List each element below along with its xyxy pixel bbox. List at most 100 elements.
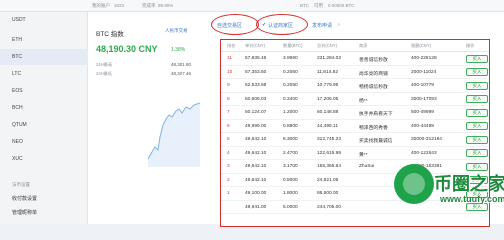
cell-total: 24,821.05 — [317, 177, 339, 183]
header-merchant: 商家 — [359, 43, 368, 48]
table-row: 4 49,642.10 2.4700 122,615.99 黄** 400-122643 买… — [221, 147, 489, 160]
cell-merchant: ZhuSui — [359, 164, 375, 169]
cell-price: 49,100.00 — [245, 191, 267, 196]
cell-qty: 1.2000 — [283, 110, 298, 115]
buy-button[interactable]: 买入 — [466, 108, 488, 117]
watermark-title: 币圈之家 — [434, 174, 504, 194]
cell-limit: 400-122643 — [411, 150, 437, 156]
sidebar-coin-neo[interactable]: NEO — [0, 134, 88, 150]
btc-index-panel: BTC 指数 人民币交易 48,190.30 CNY 1.38% 24H最高 4… — [88, 12, 204, 224]
cell-merchant: 黄** — [359, 152, 368, 158]
tab-self-select[interactable]: 自选交易区 — [217, 22, 242, 29]
sidebar-coin-bch[interactable]: BCH — [0, 100, 88, 116]
tab-apply[interactable]: 发布申请 — [312, 22, 332, 29]
header-rank: 排名 — [227, 43, 236, 48]
low-value: 48,327.46 — [171, 71, 192, 76]
watermark-logo: 币圈之家 www.tuufy.com — [390, 160, 504, 224]
cell-price: 49,642.10 — [245, 177, 267, 183]
header-qty: 数量(BTC) — [283, 43, 303, 48]
cell-total: 60,148.88 — [317, 110, 339, 115]
btc-price: 48,190.30 CNY — [96, 44, 158, 54]
completion-label: 完成率 — [142, 3, 156, 8]
cell-limit: 400-10779 — [411, 83, 434, 88]
table-row: 8 50,606.03 0.3400 17,206.05 杨** 2000-17093 买入 — [221, 93, 489, 106]
cell-qty: 6.3000 — [283, 137, 298, 142]
cell-rank: 8 — [227, 96, 230, 102]
sidebar-link-nickname[interactable]: 管理昵称单 — [12, 209, 37, 216]
buy-button[interactable]: 买入 — [466, 135, 488, 144]
chevron-right-icon: › — [338, 22, 340, 28]
cell-limit: 20000-312194 — [411, 137, 442, 142]
trend-area — [148, 103, 200, 167]
sidebar-coin-eth[interactable]: ETH — [0, 32, 88, 48]
cell-merchant: 杨** — [359, 98, 368, 104]
table-row: 9 52,533.88 0.2050 10,779.95 畅扬诚信秒放 400-10779… — [221, 79, 489, 93]
buy-button[interactable]: 买入 — [466, 95, 488, 103]
table-row: 10 57,353.50 0.2060 11,814.82 尚华亮的商铺 2000-110… — [221, 66, 489, 79]
cell-limit: 500-49999 — [411, 110, 434, 115]
cell-rank: 2 — [227, 177, 230, 183]
cell-qty: 3.1700 — [283, 164, 298, 169]
cell-qty: 0.2060 — [283, 69, 298, 75]
cell-limit: 2000-17093 — [411, 96, 437, 102]
cell-rank: 4 — [227, 150, 230, 156]
cell-price: 52,533.88 — [245, 83, 267, 88]
top-status-bar: 我的账户 1023 完成率 99.90% BTC 可用 0.00000 BTC — [0, 0, 504, 12]
sidebar-coin-usdt[interactable]: USDT — [0, 12, 88, 28]
cell-total: 44,499.11 — [317, 123, 338, 129]
cell-rank: 9 — [227, 83, 230, 88]
buy-button[interactable]: 买入 — [466, 81, 488, 90]
cell-total: 244,705.00 — [317, 204, 342, 210]
table-header: 排名 单价(CNY) 数量(BTC) 总价(CNY) 商家 限额(CNY) 操作 — [221, 40, 489, 52]
completion-value: 99.90% — [158, 3, 174, 8]
cell-price: 49,642.10 — [245, 164, 267, 169]
sidebar-coin-xuc[interactable]: XUC — [0, 151, 88, 167]
buy-button[interactable]: 买入 — [466, 149, 488, 157]
low-label: 24H最低 — [96, 71, 113, 76]
buy-button[interactable]: 买入 — [466, 54, 488, 63]
cell-rank: 6 — [227, 123, 230, 129]
header-price: 单价(CNY) — [245, 43, 266, 48]
cny-trade-link[interactable]: 人民币交易 — [165, 28, 188, 34]
header-action: 操作 — [466, 43, 475, 48]
tab-certified-merchants[interactable]: 认证商家区 — [268, 22, 293, 29]
sidebar-coin-ltc[interactable]: LTC — [0, 66, 88, 82]
table-row: 11 57,835.46 3.9990 231,284.02 善善诚信秒放 400-228… — [221, 52, 489, 66]
cell-total: 122,615.99 — [317, 150, 342, 156]
table-row: 7 50,124.07 1.2000 60,148.88 执手并肩看天下 500-4999… — [221, 106, 489, 120]
cell-total: 88,500.00 — [317, 191, 339, 196]
cell-rank: 3 — [227, 164, 230, 169]
cell-qty: 0.8900 — [283, 123, 298, 129]
cell-limit: 400-44499 — [411, 123, 434, 129]
cell-price: 49,999.00 — [245, 123, 267, 129]
cell-rank: 5 — [227, 137, 230, 142]
balance-coin: BTC — [300, 3, 309, 8]
cell-qty: 5.0000 — [283, 204, 298, 210]
balance-value: 0.00000 BTC — [328, 3, 355, 8]
cell-qty: 3.9990 — [283, 56, 298, 61]
watermark-url: www.tuufy.com — [440, 194, 504, 204]
btc-change: 1.38% — [171, 47, 186, 53]
cell-merchant: 畅泽西的秀香 — [359, 125, 388, 131]
sidebar-link-payment[interactable]: 收付款设置 — [12, 195, 37, 202]
cell-limit: 2000-11024 — [411, 69, 437, 75]
account-value: 1023 — [114, 3, 125, 8]
cell-qty: 0.3400 — [283, 96, 298, 102]
cell-rank: 1 — [227, 191, 230, 196]
cell-price: 49,642.10 — [245, 150, 267, 156]
cell-price: 50,606.03 — [245, 96, 267, 102]
coin-sidebar: USDT ETH BTC LTC EOS BCH QTUM NEO XUC 法币… — [0, 12, 88, 224]
sidebar-coin-btc[interactable]: BTC — [0, 49, 88, 65]
cell-limit: 400-228128 — [411, 56, 437, 61]
cell-price: 49,642.10 — [245, 137, 267, 142]
buy-button[interactable]: 买入 — [466, 122, 488, 130]
table-row: 6 49,999.00 0.8900 44,499.11 畅泽西的秀香 400-44499… — [221, 120, 489, 133]
cell-qty: 0.2050 — [283, 83, 298, 88]
account-label: 我的账户 — [92, 3, 110, 8]
cell-rank: 10 — [227, 69, 233, 75]
sidebar-coin-qtum[interactable]: QTUM — [0, 117, 88, 133]
sidebar-section-title: 法币设置 — [12, 182, 30, 187]
buy-button[interactable]: 买入 — [466, 68, 488, 76]
sidebar-coin-eos[interactable]: EOS — [0, 83, 88, 99]
cell-qty: 0.5000 — [283, 177, 298, 183]
